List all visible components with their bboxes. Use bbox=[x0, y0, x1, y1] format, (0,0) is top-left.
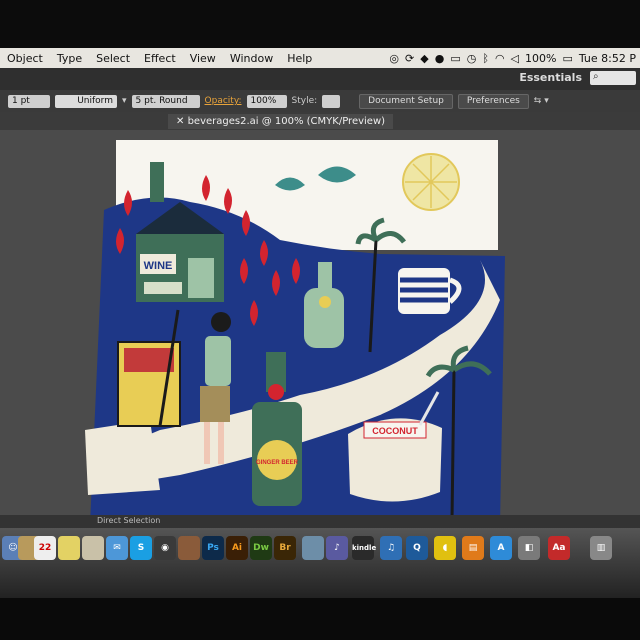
monitor-bezel-bottom bbox=[0, 598, 640, 640]
dock-kindle-icon[interactable]: kindle bbox=[352, 536, 376, 560]
preferences-button[interactable]: Preferences bbox=[457, 93, 529, 109]
dock-app-store-icon[interactable]: A bbox=[490, 536, 512, 560]
dock-contacts-icon[interactable] bbox=[82, 536, 104, 560]
dock-photo-icon[interactable] bbox=[178, 536, 200, 560]
bluetooth-icon[interactable]: ᛒ bbox=[482, 52, 489, 65]
menu-view[interactable]: View bbox=[183, 52, 223, 65]
evernote-icon[interactable]: ● bbox=[435, 52, 445, 65]
menu-select[interactable]: Select bbox=[89, 52, 137, 65]
menu-bar: Object Type Select Effect View Window He… bbox=[0, 48, 640, 68]
document-setup-button[interactable]: Document Setup bbox=[359, 93, 453, 109]
style-label: Style: bbox=[291, 96, 318, 106]
dock-stickies-icon[interactable] bbox=[58, 536, 80, 560]
soda-bottle-neck bbox=[318, 262, 332, 288]
ginger-beer-text: GINGER BEER bbox=[256, 460, 299, 466]
chevron-down-icon[interactable]: ▾ bbox=[122, 96, 127, 106]
dock-ibooks-icon[interactable]: ▤ bbox=[462, 536, 484, 560]
brush-definition[interactable]: 5 pt. Round bbox=[131, 94, 200, 108]
close-icon[interactable]: ✕ bbox=[176, 116, 188, 127]
dock-skype-icon[interactable]: S bbox=[130, 536, 152, 560]
search-icon: ⌕ bbox=[593, 71, 599, 82]
dock-cyberduck-icon[interactable]: ◖ bbox=[434, 536, 456, 560]
battery-icon[interactable]: ▭ bbox=[562, 52, 572, 65]
dock-messages-icon[interactable]: ✉ bbox=[106, 536, 128, 560]
dock-photo-booth-icon[interactable]: ◧ bbox=[518, 536, 540, 560]
dock-icons: ☺ 22 ✉ S ◉ Ps Ai Dw Br ♪ kindle ♫ Q ◖ ▤ … bbox=[0, 536, 640, 576]
opacity-label[interactable]: Opacity: bbox=[205, 96, 242, 106]
dock-bridge-icon[interactable]: Br bbox=[274, 536, 296, 560]
document-tab-bar: ✕ beverages2.ai @ 100% (CMYK/Preview) bbox=[0, 112, 640, 130]
ginger-beer-cap-label bbox=[268, 384, 284, 400]
wine-shop-window bbox=[144, 282, 182, 294]
control-bar: 1 pt Uniform ▾ 5 pt. Round Opacity: 100%… bbox=[0, 90, 640, 112]
menu-help[interactable]: Help bbox=[280, 52, 319, 65]
menu-type[interactable]: Type bbox=[50, 52, 89, 65]
dock-camera-icon[interactable]: ◉ bbox=[154, 536, 176, 560]
woman-leg-left bbox=[204, 422, 210, 464]
creative-cloud-icon[interactable]: ◎ bbox=[389, 52, 399, 65]
volume-icon[interactable]: ◁ bbox=[511, 52, 519, 65]
menu-window[interactable]: Window bbox=[223, 52, 280, 65]
wine-label: WINE bbox=[144, 260, 173, 272]
menubar-clock[interactable]: Tue 8:52 P bbox=[579, 52, 636, 65]
palm-tree-trunk-2 bbox=[450, 369, 456, 515]
wine-bottle-neck bbox=[150, 162, 164, 202]
workspace-switcher[interactable]: Essentials bbox=[519, 71, 582, 84]
time-machine-icon[interactable]: ◷ bbox=[467, 52, 477, 65]
woman-head bbox=[211, 312, 231, 332]
variable-width-profile[interactable]: Uniform bbox=[55, 94, 117, 108]
road-left bbox=[85, 420, 160, 495]
wine-glass bbox=[188, 258, 214, 298]
artboard[interactable]: WINE GINGER BEER COCONUT bbox=[0, 130, 640, 515]
document-title: beverages2.ai @ 100% (CMYK/Preview) bbox=[187, 116, 386, 127]
arrange-documents-icon[interactable]: ⇆ ▾ bbox=[534, 96, 549, 106]
sangria-fruit bbox=[124, 348, 174, 372]
current-tool[interactable]: Direct Selection bbox=[97, 516, 160, 525]
sync-icon[interactable]: ⟳ bbox=[405, 52, 414, 65]
soda-label bbox=[319, 296, 331, 308]
airplay-icon[interactable]: ▭ bbox=[450, 52, 460, 65]
menu-effect[interactable]: Effect bbox=[137, 52, 183, 65]
dock-calendar-icon[interactable]: 22 bbox=[34, 536, 56, 560]
menu-object[interactable]: Object bbox=[0, 52, 50, 65]
dock-font-book-icon[interactable]: Aa bbox=[548, 536, 570, 560]
woman-skirt bbox=[200, 386, 230, 422]
canvas-area[interactable]: WINE GINGER BEER COCONUT bbox=[0, 130, 640, 515]
dock-dreamweaver-icon[interactable]: Dw bbox=[250, 536, 272, 560]
monitor-screen: Object Type Select Effect View Window He… bbox=[0, 0, 640, 640]
monitor-bezel-top bbox=[0, 0, 640, 50]
dock-trash-icon[interactable]: ▥ bbox=[590, 536, 612, 560]
coconut-label: COCONUT bbox=[372, 426, 418, 436]
dock: ☺ 22 ✉ S ◉ Ps Ai Dw Br ♪ kindle ♫ Q ◖ ▤ … bbox=[0, 528, 640, 598]
woman-leg-right bbox=[218, 422, 224, 464]
opacity-field[interactable]: 100% bbox=[246, 94, 287, 108]
woman-blouse bbox=[205, 336, 231, 386]
app-header: Essentials ⌕ bbox=[0, 68, 640, 90]
dock-illustrator-icon[interactable]: Ai bbox=[226, 536, 248, 560]
document-tab[interactable]: ✕ beverages2.ai @ 100% (CMYK/Preview) bbox=[168, 114, 394, 129]
status-bar: Direct Selection bbox=[0, 515, 640, 529]
dock-quicktime-icon[interactable]: Q bbox=[406, 536, 428, 560]
stroke-weight-field[interactable]: 1 pt bbox=[8, 94, 50, 108]
battery-percent: 100% bbox=[525, 51, 557, 65]
dock-preview-icon[interactable] bbox=[302, 536, 324, 560]
dropbox-icon[interactable]: ◆ bbox=[420, 52, 428, 65]
wifi-icon[interactable]: ◠ bbox=[495, 52, 505, 65]
dock-itunes-icon[interactable]: ♪ bbox=[326, 536, 348, 560]
dock-music-icon[interactable]: ♫ bbox=[380, 536, 402, 560]
menubar-status-area: ◎ ⟳ ◆ ● ▭ ◷ ᛒ ◠ ◁ 100% ▭ Tue 8:52 P bbox=[389, 52, 640, 65]
dock-photoshop-icon[interactable]: Ps bbox=[202, 536, 224, 560]
graphic-style-swatch[interactable] bbox=[322, 94, 341, 108]
help-search-input[interactable]: ⌕ bbox=[590, 71, 636, 85]
